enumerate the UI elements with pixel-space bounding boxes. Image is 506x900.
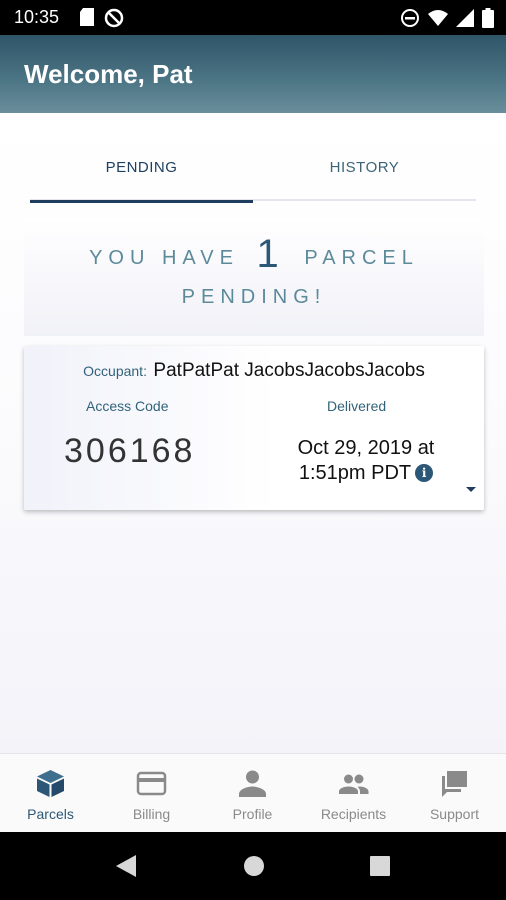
occupant-label: Occupant: <box>83 363 147 379</box>
home-icon[interactable] <box>243 855 265 877</box>
pending-count: 1 <box>256 232 279 276</box>
nav-item-profile[interactable]: Profile <box>202 754 303 833</box>
parcel-card[interactable]: Occupant: PatPatPat JacobsJacobsJacobs A… <box>24 346 484 510</box>
sd-card-icon <box>80 8 94 26</box>
minus-circle-icon <box>401 9 419 27</box>
expand-arrow-icon[interactable] <box>466 487 476 492</box>
pending-message-line2: PENDING! <box>181 286 327 308</box>
credit-card-icon <box>136 771 167 796</box>
access-code-value: 306168 <box>64 432 196 470</box>
access-code-label: Access Code <box>86 398 169 414</box>
pending-suffix: PARCEL <box>304 246 419 269</box>
delivered-label: Delivered <box>327 398 387 414</box>
pending-message: YOU HAVE 1 PARCEL <box>24 232 484 281</box>
delivered-date-line2-row: 1:51pm PDT i <box>276 461 456 486</box>
delivered-date-line2: 1:51pm PDT <box>298 462 412 484</box>
do-not-disturb-icon <box>104 8 124 28</box>
nav-label-recipients: Recipients <box>320 806 387 822</box>
delivered-date: Oct 29, 2019 at 1:51pm PDT i <box>276 436 456 486</box>
bottom-nav: Parcels Billing Profile Recipients Suppo… <box>0 753 506 832</box>
status-left-icons <box>80 8 124 28</box>
tab-pending[interactable]: PENDING <box>30 153 253 203</box>
signal-icon <box>456 9 474 27</box>
nav-label-billing: Billing <box>132 806 171 822</box>
status-bar: 10:35 <box>0 0 506 35</box>
box-icon <box>37 770 64 797</box>
nav-item-parcels[interactable]: Parcels <box>0 754 101 833</box>
status-time: 10:35 <box>14 7 60 27</box>
nav-item-recipients[interactable]: Recipients <box>303 754 404 833</box>
person-icon <box>239 770 266 797</box>
page-title: Welcome, Pat <box>24 59 193 89</box>
nav-item-billing[interactable]: Billing <box>101 754 202 833</box>
pending-banner: YOU HAVE 1 PARCEL PENDING! <box>24 218 484 336</box>
system-nav-bar <box>0 832 506 900</box>
back-icon[interactable] <box>116 855 136 877</box>
status-right-icons <box>400 8 494 28</box>
pending-prefix: YOU HAVE <box>89 246 239 269</box>
delivered-date-line1: Oct 29, 2019 at <box>297 437 435 459</box>
nav-label-parcels: Parcels <box>27 806 74 822</box>
nav-item-support[interactable]: Support <box>404 754 505 833</box>
occupant-name: PatPatPat JacobsJacobsJacobs <box>153 360 425 381</box>
app-bar: Welcome, Pat <box>0 35 506 113</box>
main-content: PENDING HISTORY YOU HAVE 1 PARCEL PENDIN… <box>0 113 506 753</box>
battery-icon <box>482 8 494 28</box>
tab-history[interactable]: HISTORY <box>253 153 476 201</box>
tab-bar: PENDING HISTORY <box>30 153 476 203</box>
wifi-icon <box>428 10 448 26</box>
nav-label-profile: Profile <box>232 806 273 822</box>
occupant-row: Occupant: PatPatPat JacobsJacobsJacobs <box>24 360 484 382</box>
recent-apps-icon[interactable] <box>370 856 390 876</box>
nav-label-support: Support <box>429 806 480 822</box>
people-icon <box>339 774 369 794</box>
chat-icon <box>442 771 467 797</box>
info-icon[interactable]: i <box>415 464 434 482</box>
